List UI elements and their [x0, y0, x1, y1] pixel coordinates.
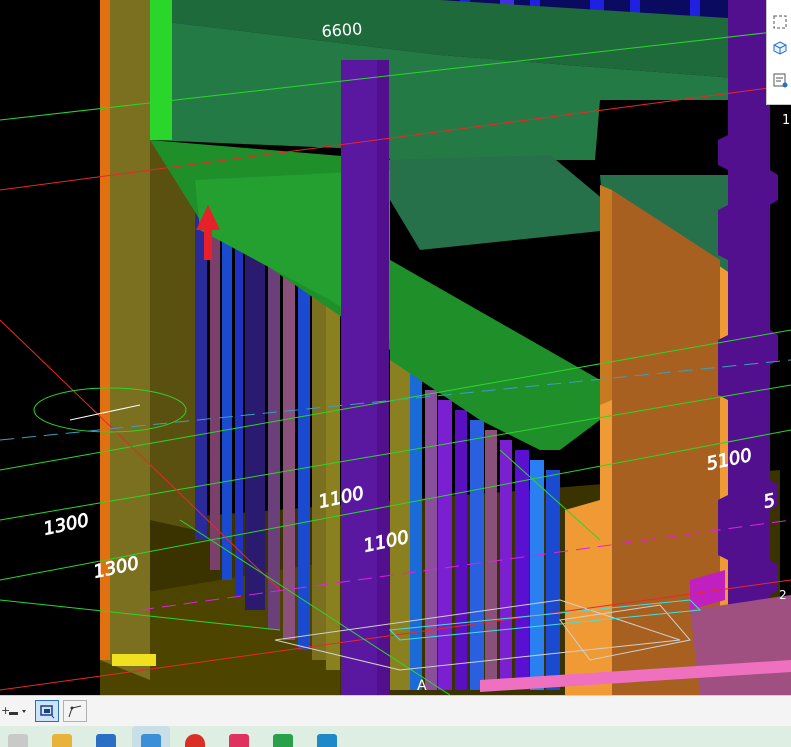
grid-label-a: A [417, 678, 427, 694]
svg-text:+: + [1, 704, 10, 717]
folder-icon[interactable] [52, 734, 72, 747]
app-green-icon[interactable] [273, 734, 293, 747]
purple-column-center-light [341, 60, 377, 695]
edge-label-top: 1 [782, 113, 790, 128]
dim-label-1300-a: 1300 [42, 510, 91, 540]
3d-cube-icon[interactable] [770, 38, 790, 58]
status-bar: + [0, 695, 791, 727]
active-app-icon[interactable] [141, 734, 161, 747]
app-pink-icon[interactable] [229, 734, 249, 747]
floor-marker [112, 654, 156, 666]
3d-scene: 6600 1300 1300 1100 1100 5100 5 A 1 2 [0, 0, 791, 695]
view-toolbar [766, 0, 791, 105]
select-mode-icon[interactable] [35, 700, 59, 722]
bright-green-column [150, 0, 172, 140]
3d-model-viewport[interactable]: 6600 1300 1300 1100 1100 5100 5 A 1 2 [0, 0, 791, 695]
edge-label-bottom: 2 [779, 588, 787, 602]
chrome-icon[interactable] [185, 734, 205, 747]
app-calendar-icon[interactable] [96, 734, 116, 747]
os-taskbar [0, 726, 791, 747]
file-app-icon[interactable] [8, 734, 28, 747]
dim-label-6600: 6600 [321, 19, 363, 41]
selection-frame-icon[interactable] [770, 12, 790, 32]
green-beam-bottom [390, 155, 610, 250]
app-info-icon[interactable] [317, 734, 337, 747]
pink-floor [690, 595, 791, 695]
snap-settings-icon[interactable]: + [0, 700, 30, 722]
right-orange-wall-shade [600, 185, 612, 405]
polyline-icon[interactable] [63, 700, 87, 722]
layer-list-icon[interactable] [770, 70, 790, 90]
